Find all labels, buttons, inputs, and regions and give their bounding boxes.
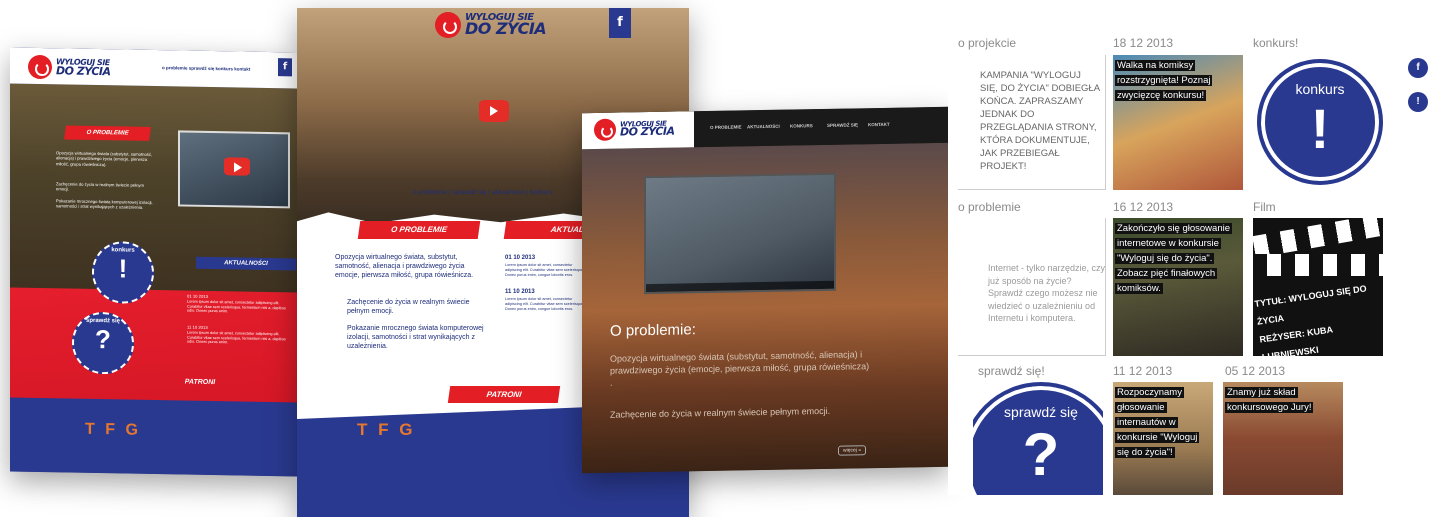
video-controls[interactable]: [646, 280, 834, 293]
nav-sprawdz[interactable]: SPRAWDŹ SIĘ: [827, 122, 858, 128]
problem-text-2: Zachęcenie do życia w realnym świecie pe…: [347, 299, 470, 315]
problem-text-1: Opozycja wirtualnego świata (substytut, …: [56, 150, 153, 167]
konkurs-stamp-label: konkurs: [1295, 81, 1345, 97]
logo-line2: DO ZYCIA: [620, 124, 675, 139]
power-icon: [28, 54, 52, 80]
label-date-3: 11 12 2013: [1113, 364, 1173, 378]
projekt-text: KAMPANIA "WYLOGUJ SIĘ, DO ŻYCIA" DOBIEGŁ…: [980, 70, 1100, 172]
news-1-text: Walka na komiksy rozstrzygnięta! Poznaj …: [1115, 60, 1213, 101]
problem-text-3: Pokazanie mrocznego świata komputerowej …: [56, 198, 153, 211]
alert-icon[interactable]: !: [1408, 92, 1428, 112]
news2-text: Lorem ipsum dolor sit amet, consectetur …: [187, 330, 286, 345]
logo-line2: DO ZYCIA: [56, 63, 111, 78]
patroni-tag: PATRONI: [447, 386, 561, 403]
label-film[interactable]: Film: [1253, 200, 1276, 214]
konkurs-tile[interactable]: konkurs !: [1253, 55, 1383, 190]
play-icon[interactable]: [224, 157, 250, 176]
facebook-icon[interactable]: f: [609, 8, 631, 38]
label-o-problemie[interactable]: o problemie: [958, 200, 1021, 214]
news2-text: Lorem ipsum dolor sit amet, consectetur …: [505, 297, 585, 311]
label-date-2: 16 12 2013: [1113, 200, 1174, 214]
label-konkurs[interactable]: konkurs!: [1253, 36, 1298, 50]
sprawdz-stamp-label: sprawdź się: [1004, 404, 1078, 420]
aktualnosci-tag: AKTUALNOŚCI: [196, 256, 296, 271]
nav-aktualnosci[interactable]: AKTUALNOŚCI: [747, 124, 780, 130]
patroni-label: PATRONI: [184, 378, 216, 387]
nav-konkurs[interactable]: KONKURS: [790, 123, 813, 128]
mockup-3: WYLOGUJ SIE DO ZYCIA O PROBLEMIE AKTUALN…: [582, 106, 948, 474]
logo[interactable]: WYLOGUJ SIE DO ZYCIA: [435, 12, 547, 39]
label-o-projekcie[interactable]: o projekcie: [958, 36, 1016, 50]
news-tile-4[interactable]: Znamy już skład konkursowego Jury!: [1223, 382, 1343, 495]
problem-text-2: Zachęcenie do życia w realnym świecie pe…: [56, 181, 144, 192]
news1-text: Lorem ipsum dolor sit amet, consectetur …: [505, 263, 585, 277]
news2-date: 11 10 2013: [187, 324, 208, 330]
konkurs-stamp[interactable]: konkurs !: [92, 240, 154, 305]
news2-date: 11 10 2013: [505, 289, 535, 295]
navy-band: [10, 397, 297, 477]
label-sprawdz[interactable]: sprawdź się!: [978, 364, 1045, 378]
more-button[interactable]: więcej »: [838, 445, 867, 456]
o-problemie-tag: O PROBLEMIE: [357, 221, 481, 239]
sprawdz-tile[interactable]: sprawdź się ?: [973, 382, 1103, 495]
problem-text: Internet - tylko narzędzie, czy już spos…: [988, 263, 1106, 323]
question-icon: ?: [1022, 421, 1060, 488]
exclamation-icon: !: [1310, 97, 1330, 160]
logo[interactable]: WYLOGUJ SIE DO ZYCIA: [594, 118, 675, 141]
logo[interactable]: WYLOGUJ SIE DO ZYCIA: [28, 54, 111, 80]
sub-nav[interactable]: o problemie | sprawdź się | aktualności …: [413, 189, 552, 196]
nav-kontakt[interactable]: KONTAKT: [868, 122, 890, 127]
sprawdz-stamp[interactable]: sprawdź się ?: [72, 311, 134, 375]
facebook-icon[interactable]: f: [278, 58, 292, 77]
clapper-stripes-2: [1253, 254, 1383, 276]
news-2-text: Zakończyło się głosowanie internetowe w …: [1115, 223, 1233, 294]
o-problemie-tag: O PROBLEMIE: [64, 125, 151, 141]
news-tile-2[interactable]: Zakończyło się głosowanie internetowe w …: [1113, 218, 1243, 356]
power-icon: [594, 118, 616, 141]
mockup-4: o projekcie 18 12 2013 konkurs! KAMPANIA…: [948, 30, 1439, 495]
news1-date: 01 10 2013: [505, 255, 536, 261]
exclamation-icon: !: [118, 253, 128, 284]
label-date-4: 05 12 2013: [1225, 364, 1286, 378]
tfg-logo: T F G: [85, 420, 141, 439]
news1-date: 01 10 2013: [187, 293, 208, 299]
problem-text-3: Pokazanie mrocznego świata komputerowej …: [347, 325, 484, 350]
news-tile-1[interactable]: Walka na komiksy rozstrzygnięta! Poznaj …: [1113, 55, 1243, 190]
news-4-text: Znamy już skład konkursowego Jury!: [1225, 387, 1314, 413]
clapper-stripes: [1253, 218, 1383, 258]
clapper-text: TYTUŁ: WYLOGUJ SIĘ DO ŻYCIA REŻYSER: KUB…: [1253, 283, 1368, 356]
problem-text-1: Opozycja wirtualnego świata, substytut, …: [335, 254, 474, 279]
konkurs-stamp: konkurs !: [1257, 59, 1383, 185]
projekt-tile[interactable]: KAMPANIA "WYLOGUJ SIĘ, DO ŻYCIA" DOBIEGŁ…: [958, 55, 1106, 190]
sprawdz-stamp: sprawdź się ?: [973, 382, 1103, 495]
problem-tile[interactable]: Internet - tylko narzędzie, czy już spos…: [958, 218, 1106, 356]
mockup-1: WYLOGUJ SIE DO ZYCIA o problemie sprawdź…: [10, 47, 297, 477]
problem-text-1: Opozycja wirtualnego świata (substytut, …: [610, 349, 870, 388]
film-tile[interactable]: TYTUŁ: WYLOGUJ SIĘ DO ŻYCIA REŻYSER: KUB…: [1253, 218, 1383, 356]
play-icon[interactable]: [479, 100, 509, 122]
question-icon: ?: [95, 323, 111, 355]
video-player[interactable]: [178, 130, 290, 209]
news1-text: Lorem ipsum dolor sit amet, consectetur …: [187, 299, 286, 314]
tfg-logo: T F G: [357, 420, 416, 439]
logo-line2: DO ZYCIA: [465, 19, 547, 39]
label-date-1: 18 12 2013: [1113, 36, 1174, 50]
section-heading: O problemie:: [610, 321, 696, 340]
news-3-text: Rozpoczynamy głosowanie internautów w ko…: [1115, 387, 1200, 458]
nav-o-problemie[interactable]: O PROBLEMIE: [710, 124, 742, 130]
news-tile-3[interactable]: Rozpoczynamy głosowanie internautów w ko…: [1113, 382, 1213, 495]
facebook-icon[interactable]: f: [1408, 58, 1428, 78]
power-icon: [435, 12, 461, 38]
video-player[interactable]: [644, 172, 836, 295]
